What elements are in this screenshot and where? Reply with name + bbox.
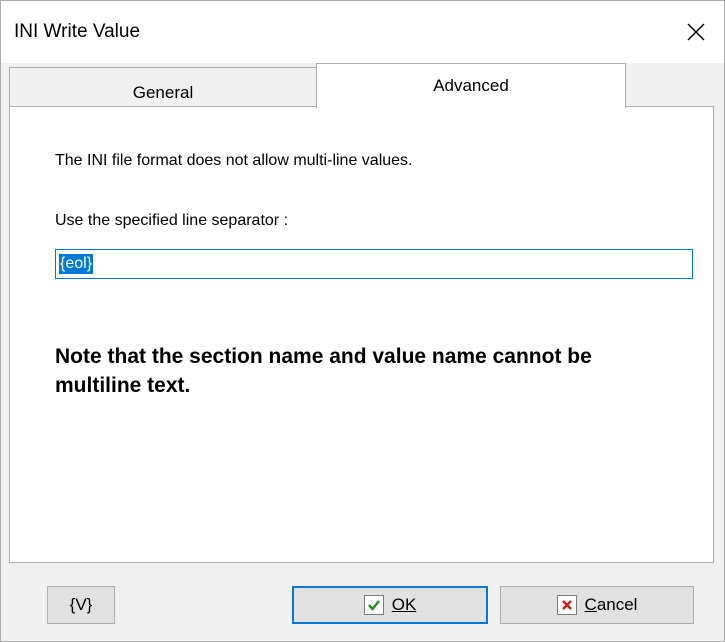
separator-value: {eol} bbox=[59, 254, 94, 274]
close-button[interactable] bbox=[668, 1, 724, 63]
tab-advanced-label: Advanced bbox=[433, 76, 509, 95]
separator-label: Use the specified line separator : bbox=[55, 212, 289, 229]
ok-button[interactable]: OK bbox=[292, 586, 488, 624]
close-icon bbox=[687, 23, 705, 41]
separator-input[interactable]: {eol} bbox=[55, 249, 693, 279]
description-text: The INI file format does not allow multi… bbox=[55, 152, 413, 169]
tab-advanced[interactable]: Advanced bbox=[316, 63, 626, 108]
variables-button-label: {V} bbox=[69, 595, 93, 614]
advanced-panel: The INI file format does not allow multi… bbox=[9, 106, 714, 563]
title-bar: INI Write Value bbox=[1, 1, 724, 63]
window-title: INI Write Value bbox=[14, 21, 141, 42]
cancel-button-label: Cancel bbox=[584, 595, 638, 614]
ok-button-label: OK bbox=[391, 595, 417, 614]
cancel-button[interactable]: Cancel bbox=[500, 586, 694, 624]
dialog-window: INI Write Value General Advanced The INI… bbox=[0, 0, 725, 642]
check-icon bbox=[363, 595, 384, 615]
note-text: Note that the section name and value nam… bbox=[55, 345, 592, 397]
tab-general-label: General bbox=[132, 83, 194, 102]
x-icon bbox=[556, 595, 577, 615]
variables-button[interactable]: {V} bbox=[47, 586, 115, 624]
